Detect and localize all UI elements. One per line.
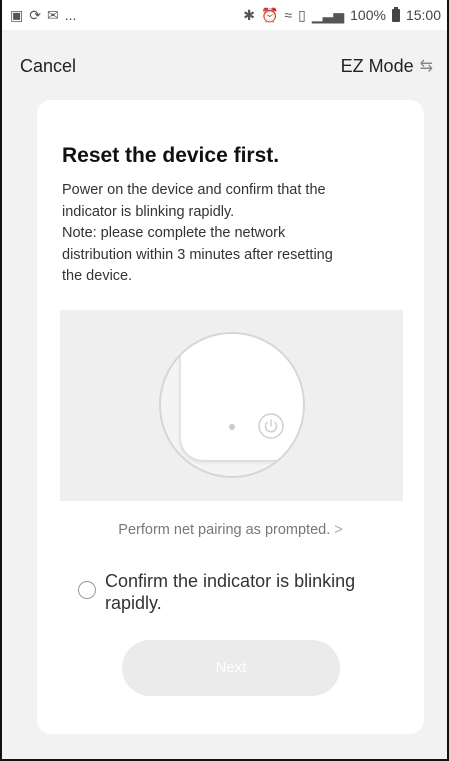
bluetooth-icon: ✱ <box>243 7 255 23</box>
chevron-right-icon: > <box>334 522 343 538</box>
instruction-line: Power on the device and confirm that the <box>62 182 326 198</box>
status-bar-right: ✱ ⏰ ≈ ▯ ▁▃▅ 100% 15:00 <box>243 6 441 23</box>
signal-icon: ▁▃▅ <box>311 7 345 23</box>
header: Cancel EZ Mode ⇆ <box>2 30 447 102</box>
net-pairing-label: Perform net pairing as prompted. <box>118 522 331 538</box>
swap-icon: ⇆ <box>419 58 433 75</box>
page-title: Reset the device first. <box>62 144 280 167</box>
device-zoom-circle <box>159 332 305 478</box>
device-corner <box>181 334 303 460</box>
mail-icon: ✉ <box>46 7 59 23</box>
mode-label: EZ Mode <box>340 55 414 76</box>
instructions: Power on the device and confirm that the… <box>62 180 382 288</box>
instruction-line: distribution within 3 minutes after rese… <box>62 246 333 263</box>
power-icon <box>258 413 284 439</box>
cancel-button[interactable]: Cancel <box>20 56 76 77</box>
next-button[interactable]: Next <box>122 640 340 696</box>
gallery-icon: ▣ <box>10 7 24 23</box>
battery-percent: 100% <box>350 7 386 23</box>
status-bar-left: ▣ ⟳ ✉ ... <box>10 7 76 23</box>
reset-card: Reset the device first. Power on the dev… <box>37 100 424 734</box>
mode-switch-button[interactable]: EZ Mode ⇆ <box>341 56 433 77</box>
sync-icon: ⟳ <box>29 7 41 23</box>
status-more-text: ... <box>64 7 77 23</box>
sim-icon: ▯ <box>298 7 306 23</box>
confirm-label[interactable]: Confirm the indicator is blinking rapidl… <box>105 570 405 614</box>
instruction-line: the device. <box>62 268 133 284</box>
net-pairing-link[interactable]: Perform net pairing as prompted. > <box>37 522 424 538</box>
status-bar: ▣ ⟳ ✉ ... ✱ ⏰ ≈ ▯ ▁▃▅ 100% 15:00 <box>2 0 447 30</box>
battery-icon <box>391 6 400 22</box>
confirm-radio[interactable] <box>78 581 96 599</box>
alarm-icon: ⏰ <box>260 7 279 23</box>
wifi-icon: ≈ <box>284 7 293 23</box>
instruction-line: indicator is blinking rapidly. <box>62 203 235 220</box>
app-frame: ▣ ⟳ ✉ ... ✱ ⏰ ≈ ▯ ▁▃▅ 100% 15:00 Cancel … <box>0 0 449 761</box>
device-illustration <box>60 310 403 501</box>
status-time: 15:00 <box>405 7 441 23</box>
indicator-led <box>229 424 235 430</box>
instruction-line: Note: please complete the network <box>62 225 286 241</box>
